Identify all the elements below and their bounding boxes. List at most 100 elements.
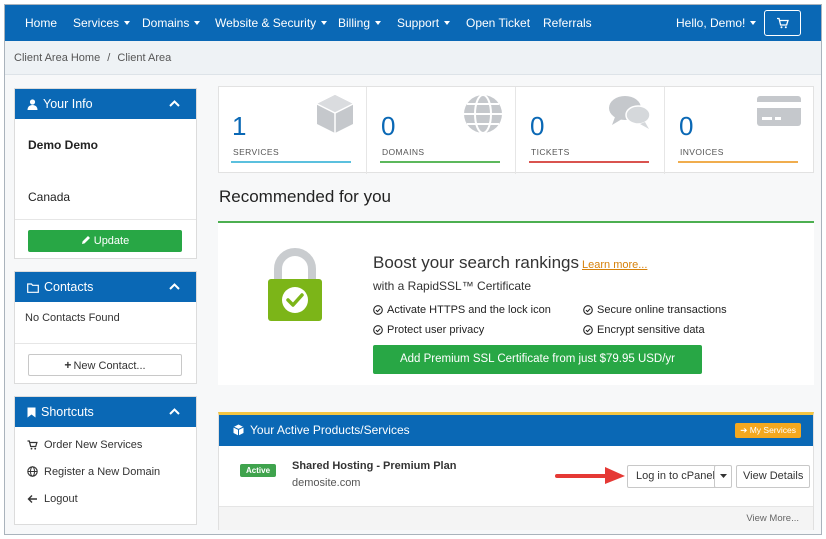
stat-invoices[interactable]: 0 INVOICES [666,87,814,174]
globe-icon [464,94,502,134]
nav-referrals[interactable]: Referrals [543,5,592,41]
nav-website-security[interactable]: Website & Security [215,5,328,41]
credit-card-icon [757,96,801,126]
learn-more-link[interactable]: Learn more... [582,259,647,271]
stat-label: DOMAINS [382,147,425,157]
breadcrumb: Client Area Home / Client Area [5,41,821,75]
globe-icon [27,466,38,477]
caret-down-icon [375,21,382,25]
nav-referrals-label: Referrals [543,16,592,30]
shortcut-label: Order New Services [44,439,143,451]
nav-open-ticket[interactable]: Open Ticket [466,5,530,41]
cube-icon [316,95,354,133]
contacts-title: Contacts [44,280,94,294]
caret-down-icon [719,474,727,478]
nav-domains-label: Domains [142,16,190,30]
feature-text: Secure online transactions [597,304,727,316]
red-arrow-annotation [555,467,625,484]
your-info-header[interactable]: Your Info [15,89,196,119]
promo-headline-text: Boost your search rankings [373,253,579,272]
stat-underline [231,161,351,163]
nav-support-label: Support [397,16,440,30]
stat-underline [380,161,500,163]
nav-support[interactable]: Support [397,5,451,41]
my-services-button[interactable]: ➔ My Services [735,423,801,438]
view-more-link[interactable]: View More... [746,513,799,524]
stat-label: INVOICES [680,147,724,157]
active-products-header: Your Active Products/Services ➔ My Servi… [219,415,813,446]
check-circle-icon [583,325,593,335]
nav-billing[interactable]: Billing [338,5,382,41]
info-country: Canada [28,190,71,204]
plus-icon: + [64,358,72,372]
stat-value: 1 [232,111,247,141]
feature-item: Protect user privacy [373,324,484,336]
cpanel-dropdown-toggle[interactable] [714,465,732,488]
stats-bar: 1 SERVICES 0 DOMAINS 0 TICKETS 0 INVOICE… [218,86,814,174]
caret-down-icon [124,21,131,25]
promo-headline: Boost your search rankings Learn more... [373,253,647,273]
shortcut-order-services[interactable]: Order New Services [27,439,142,451]
stat-value: 0 [381,111,396,141]
top-navbar: Home Services Domains Website & Security… [5,5,821,41]
feature-item: Encrypt sensitive data [583,324,705,336]
folder-icon [27,283,39,293]
stat-tickets[interactable]: 0 TICKETS [517,87,665,174]
breadcrumb-home-link[interactable]: Client Area Home [14,52,100,64]
product-domain: demosite.com [292,477,361,489]
contacts-panel: Contacts No Contacts Found + New Contact.… [14,271,197,384]
recommended-title: Recommended for you [219,187,391,206]
nav-billing-label: Billing [338,16,371,30]
feature-text: Activate HTTPS and the lock icon [387,304,551,316]
login-cpanel-button[interactable]: Log in to cPanel [627,465,724,488]
nav-services-label: Services [73,16,120,30]
view-details-button[interactable]: View Details [736,465,811,488]
new-contact-button[interactable]: + New Contact... [28,354,182,376]
user-greeting: Hello, Demo! [676,16,746,30]
shortcuts-header[interactable]: Shortcuts [15,397,196,427]
shortcuts-title: Shortcuts [41,405,94,419]
chevron-up-icon[interactable] [169,283,180,290]
stat-underline [529,161,649,163]
check-circle-icon [373,305,383,315]
chevron-up-icon[interactable] [169,408,180,415]
update-button[interactable]: Update [28,230,182,252]
shortcut-register-domain[interactable]: Register a New Domain [27,466,160,478]
nav-home[interactable]: Home [25,5,57,41]
no-contacts-text: No Contacts Found [25,312,120,324]
user-menu[interactable]: Hello, Demo! [676,5,757,41]
nav-open-ticket-label: Open Ticket [466,16,531,30]
stat-services[interactable]: 1 SERVICES [219,87,367,174]
shortcut-label: Register a New Domain [44,466,161,478]
promo-subtitle: with a RapidSSL™ Certificate [373,279,532,293]
update-button-label: Update [93,235,130,247]
bookmark-icon [27,407,36,418]
caret-down-icon [321,21,328,25]
cube-icon [233,424,244,436]
your-info-title: Your Info [43,97,93,111]
nav-services[interactable]: Services [73,5,131,41]
add-ssl-button[interactable]: Add Premium SSL Certificate from just $7… [373,345,702,374]
cart-button[interactable] [764,10,801,36]
pencil-icon [81,236,90,244]
divider [15,343,196,344]
arrow-right-icon: ➔ [740,425,750,435]
shortcut-logout[interactable]: Logout [27,493,78,505]
browser-frame: Home Services Domains Website & Security… [4,4,822,535]
feature-text: Protect user privacy [387,324,485,336]
shortcuts-panel: Shortcuts Order New Services Register a … [14,396,197,525]
your-info-panel: Your Info Demo Demo Canada Update [14,88,197,259]
nav-home-label: Home [25,16,58,30]
stat-domains[interactable]: 0 DOMAINS [368,87,516,174]
view-more-bar: View More... [219,506,813,530]
lock-icon [268,248,322,321]
divider [15,219,196,220]
cart-icon [27,440,38,450]
nav-domains[interactable]: Domains [142,5,201,41]
stat-value: 0 [530,111,545,141]
chevron-up-icon[interactable] [169,100,180,107]
caret-down-icon [444,21,451,25]
feature-text: Encrypt sensitive data [597,324,705,336]
contacts-header[interactable]: Contacts [15,272,196,302]
comments-icon [609,96,651,129]
